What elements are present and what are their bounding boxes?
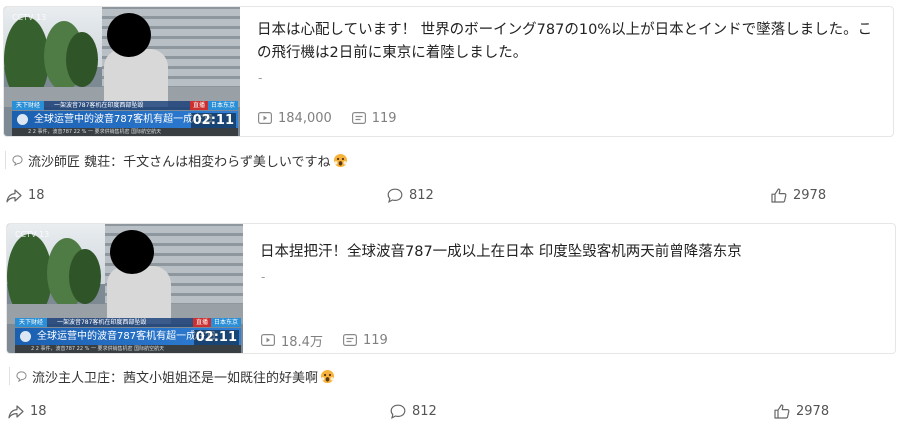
comment-text: 茜文小姐姐还是一如既往的好美啊 [123, 370, 319, 386]
danmaku-count: 119 [362, 332, 388, 348]
video-title[interactable]: 日本は心配しています！ 世界のボーイング787の10%以上が日本とインドで墜落し… [257, 19, 877, 65]
share-button[interactable]: 18 [8, 404, 47, 419]
video-thumbnail[interactable]: CCTV 13 天下财经 一架波音787客机在印度西部坠毁 直播 日本东京 全球运… [7, 224, 243, 353]
danmaku-stat: 119 [351, 110, 397, 126]
video-title[interactable]: 日本捏把汗！全球波音787一成以上在日本 印度坠毁客机两天前曾降落东京 [260, 241, 880, 264]
like-button[interactable]: 2978 [774, 404, 829, 419]
news-live-bar: 天下财经 一架波音787客机在印度西部坠毁 直播 日本东京 [12, 101, 238, 110]
video-description: - [261, 270, 266, 284]
comment-count: 812 [409, 188, 434, 203]
thumbnail-reporter [107, 266, 171, 324]
share-icon [8, 404, 24, 418]
danmaku-stat: 119 [342, 332, 388, 348]
channel-logo: CCTV 13 [12, 13, 47, 22]
views-count: 184,000 [278, 110, 332, 126]
video-card[interactable]: CCTV 13 天下财经 一架波音787客机在印度西部坠毁 直播 日本东京 全球运… [3, 6, 894, 137]
thumbs-up-icon [774, 404, 790, 419]
comment-bubble-icon [16, 370, 27, 382]
location-label: 日本东京 [207, 101, 238, 110]
thumbnail-tree [66, 32, 98, 87]
video-stats: 18.4万 119 [261, 330, 408, 350]
censored-face [107, 13, 151, 57]
views-count: 18.4万 [281, 334, 323, 350]
comment-author[interactable]: 流沙師匠 魏荘： [28, 151, 123, 170]
comment-author[interactable]: 流沙主人卫庄： [32, 367, 123, 386]
live-bar-right: 直播 日本东京 [192, 318, 241, 327]
like-count: 2978 [796, 404, 830, 419]
share-count: 18 [28, 188, 45, 203]
news-live-bar: 天下财经 一架波音787客机在印度西部坠毁 直播 日本东京 [15, 318, 241, 327]
feed-item: CCTV 13 天下财经 一架波音787客机在印度西部坠毁 直播 日本东京 全球运… [0, 0, 901, 216]
video-card[interactable]: CCTV 13 天下财经 一架波音787客机在印度西部坠毁 直播 日本东京 全球运… [6, 223, 896, 354]
like-count: 2978 [793, 188, 827, 203]
video-description: - [258, 71, 263, 85]
video-stats: 184,000 119 [258, 108, 417, 128]
channel-logo: CCTV 13 [15, 230, 50, 239]
play-icon [261, 334, 275, 346]
danmaku-count: 119 [371, 110, 397, 126]
comment-bubble-icon [12, 154, 23, 166]
danmaku-icon [342, 334, 357, 346]
live-bar-text: 一架波音787客机在印度西部坠毁 [56, 319, 147, 326]
comment-text: 千文さんは相変わらず美しいですね [123, 154, 331, 170]
live-label: 直播 [192, 318, 211, 327]
featured-comment[interactable]: 流沙主人卫庄： 茜文小姐姐还是一如既往的好美啊 [9, 367, 335, 386]
comments-button[interactable]: 812 [390, 404, 437, 419]
video-duration: 02:11 [190, 113, 236, 128]
thumbnail-tree [69, 249, 101, 304]
comment-count: 812 [412, 404, 437, 419]
share-icon [6, 188, 22, 202]
share-button[interactable]: 18 [6, 188, 45, 203]
live-label: 直播 [189, 101, 208, 110]
feed-item: CCTV 13 天下财经 一架波音787客机在印度西部坠毁 直播 日本东京 全球运… [0, 217, 901, 433]
thumbs-up-icon [771, 188, 787, 203]
featured-comment[interactable]: 流沙師匠 魏荘： 千文さんは相変わらず美しいですね [5, 151, 348, 170]
video-thumbnail[interactable]: CCTV 13 天下财经 一架波音787客机在印度西部坠毁 直播 日本东京 全球运… [4, 7, 240, 136]
live-tag: 天下财经 [12, 101, 45, 110]
views-stat: 18.4万 [261, 331, 323, 350]
like-button[interactable]: 2978 [771, 188, 826, 203]
share-count: 18 [30, 404, 47, 419]
comments-button[interactable]: 812 [387, 188, 434, 203]
play-icon [258, 112, 272, 124]
news-ticker: 2 2 事件，波音787 22 % 一 要求供销售机密 国际航空航天 [12, 128, 238, 136]
danmaku-icon [351, 112, 366, 124]
comment-icon [390, 404, 406, 419]
censored-face [110, 230, 154, 274]
thumbnail-reporter [104, 49, 168, 107]
news-ticker: 2 2 事件，波音787 22 % 一 要求供销售机密 国际航空航天 [15, 345, 241, 353]
live-bar-text: 一架波音787客机在印度西部坠毁 [53, 102, 144, 109]
views-stat: 184,000 [258, 111, 332, 126]
shocked-face-emoji-icon [320, 369, 335, 383]
live-bar-right: 直播 日本东京 [189, 101, 238, 110]
comment-icon [387, 188, 403, 203]
live-tag: 天下财经 [15, 318, 48, 327]
shocked-face-emoji-icon [333, 153, 347, 167]
location-label: 日本东京 [210, 318, 241, 327]
video-duration: 02:11 [193, 330, 239, 345]
